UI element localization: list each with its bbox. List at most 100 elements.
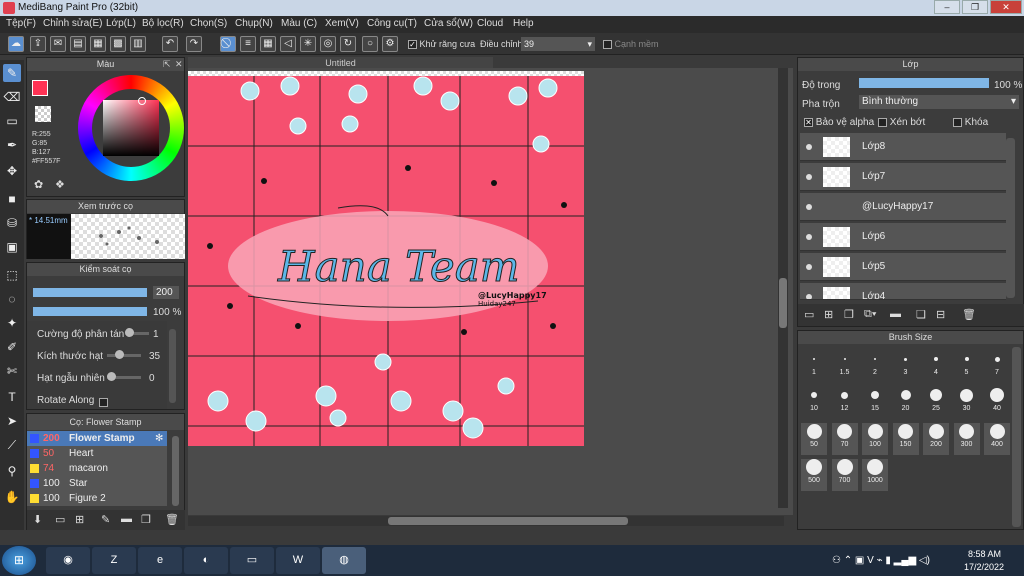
palette-icon[interactable]: ✿ [34, 178, 48, 192]
grid-snap-icon[interactable]: ▦ [260, 36, 276, 52]
menu-window[interactable]: Cửa sổ(W) [424, 18, 473, 29]
layer-scrollbar[interactable] [1006, 138, 1015, 298]
document-icon[interactable]: ▤ [70, 36, 86, 52]
brush-size-option[interactable]: 70 [831, 423, 858, 455]
canvas-area[interactable]: Hana Team @LucyHappy17 Huiday247 [188, 68, 793, 526]
divide-tool-icon[interactable]: ⟋ [3, 436, 21, 454]
redo-icon[interactable]: ↷ [186, 36, 202, 52]
panel-close-icon[interactable]: ✕ [175, 59, 183, 70]
operation-tool-icon[interactable]: ➤ [3, 412, 21, 430]
eye-icon[interactable] [806, 204, 812, 210]
brush-size-option[interactable]: 150 [892, 423, 919, 455]
folder-icon[interactable]: ▬ [890, 308, 901, 320]
color-picker-cursor[interactable] [138, 97, 146, 105]
list-item[interactable]: 100 Figure 2 [27, 491, 167, 506]
brush-size-option[interactable]: 30 [954, 387, 980, 419]
select-pen-tool-icon[interactable]: ✐ [3, 338, 21, 356]
minimize-button[interactable]: – [934, 0, 960, 14]
eyedropper-tool-icon[interactable]: ⚲ [3, 462, 21, 480]
primary-color-swatch[interactable] [32, 80, 48, 96]
gear-icon[interactable]: ⚙ [382, 36, 398, 52]
gear-icon[interactable]: ✻ [155, 431, 163, 446]
edit-brush-icon[interactable]: ✎ [101, 513, 110, 526]
brush-size-slider[interactable] [33, 288, 147, 297]
select-eraser-tool-icon[interactable]: ✄ [3, 362, 21, 380]
layer-row[interactable]: Lớp7 [800, 163, 1006, 191]
layer-row[interactable]: Lớp5 [800, 253, 1006, 281]
brush-size-option[interactable]: 2 [862, 351, 888, 383]
list-item[interactable]: 50 Heart [27, 446, 167, 461]
grid-icon[interactable]: ▩ [110, 36, 126, 52]
menu-select[interactable]: Chọn(S) [190, 18, 227, 29]
brush-size-option[interactable]: 1.5 [832, 351, 858, 383]
text-tool-icon[interactable]: T [3, 388, 21, 406]
particle-random-knob[interactable] [107, 372, 116, 381]
panel-expand-icon[interactable]: ⇱ [163, 59, 171, 70]
clipping-checkbox[interactable]: Xén bớt [878, 117, 925, 128]
bucket-tool-icon[interactable]: ⛁ [3, 214, 21, 232]
add-brush-icon[interactable]: ⊞ [75, 513, 84, 526]
new-brush-icon[interactable]: ▭ [55, 513, 65, 526]
new-layer-icon[interactable]: ▭ [804, 308, 814, 321]
brush-size-value[interactable]: 200 [153, 286, 179, 299]
menu-help[interactable]: Help [513, 18, 534, 29]
adjust-select[interactable]: 39 ▾ [521, 37, 595, 51]
brush-size-option[interactable]: 12 [832, 387, 858, 419]
select-tool-icon[interactable]: ⬚ [3, 266, 21, 284]
move-tool-icon[interactable]: ✥ [3, 162, 21, 180]
curve-snap-icon[interactable]: ↻ [340, 36, 356, 52]
eye-icon[interactable] [806, 264, 812, 270]
upload-icon[interactable]: ⇪ [30, 36, 46, 52]
copy-layer-icon[interactable]: ❏ [916, 308, 926, 321]
perspective-snap-icon[interactable]: ◁ [280, 36, 296, 52]
maximize-button[interactable]: ❐ [962, 0, 988, 14]
brush-size-option[interactable]: 40 [984, 387, 1010, 419]
pen-tool-icon[interactable]: ✒ [3, 136, 21, 154]
brush-size-option[interactable]: 1 [801, 351, 827, 383]
menu-tools[interactable]: Công cụ(T) [367, 18, 417, 29]
word-icon[interactable]: W [276, 547, 320, 574]
zalo-icon[interactable]: Z [92, 547, 136, 574]
brush-size-option[interactable]: 20 [893, 387, 919, 419]
magic-wand-tool-icon[interactable]: ✦ [3, 314, 21, 332]
particle-size-slider[interactable] [107, 354, 141, 357]
params-scrollbar[interactable] [169, 329, 176, 403]
menu-cloud[interactable]: Cloud [477, 18, 503, 29]
brush-size-option[interactable]: 400 [984, 423, 1010, 455]
undo-icon[interactable]: ↶ [162, 36, 178, 52]
tray-icons[interactable]: ⚇ ⌃ ▣ V ⌁ ▮ ▂▄▆ ◁) [832, 555, 930, 566]
menu-capture[interactable]: Chụp(N) [235, 18, 273, 29]
layer-row[interactable]: Lớp6 [800, 223, 1006, 251]
explorer-icon[interactable]: ▭ [230, 547, 274, 574]
secondary-color-swatch[interactable] [35, 106, 51, 122]
horizontal-scrollbar[interactable] [188, 516, 784, 526]
brush-size-option[interactable]: 15 [862, 387, 888, 419]
brush-size-option[interactable]: 5 [954, 351, 980, 383]
menu-filter[interactable]: Bộ lọc(R) [142, 18, 184, 29]
list-item[interactable]: 200 Flower Stamp ✻ [27, 431, 167, 446]
eye-icon[interactable] [806, 174, 812, 180]
ellipse-snap-icon[interactable]: ○ [362, 36, 378, 52]
cloud-icon[interactable]: ☁ [8, 36, 24, 52]
list-item[interactable]: 74 macaron [27, 461, 167, 476]
hue-wheel[interactable] [78, 75, 184, 181]
horizontal-scroll-thumb[interactable] [388, 517, 628, 525]
color-history-icon[interactable]: ❖ [55, 178, 69, 192]
radial-snap-icon[interactable]: ✳ [300, 36, 316, 52]
duplicate-layer-icon[interactable]: ❐ [844, 308, 854, 321]
brush-tool-icon[interactable]: ✎ [3, 64, 21, 82]
blend-select[interactable]: Bình thường ▾ [859, 95, 1019, 109]
brush-opacity-slider[interactable] [33, 307, 147, 316]
lasso-tool-icon[interactable]: ◌ [3, 290, 21, 308]
lock-checkbox[interactable]: Khóa [953, 117, 988, 128]
comment-icon[interactable]: ✉ [50, 36, 66, 52]
vertical-scrollbar[interactable] [778, 68, 788, 508]
protect-alpha-checkbox[interactable]: ✕ Bảo vệ alpha [804, 117, 874, 128]
coccoc-icon[interactable]: ◐ [184, 547, 228, 574]
rectangle-tool-icon[interactable]: ▭ [3, 112, 21, 130]
eye-icon[interactable] [806, 294, 812, 299]
rotate-along-checkbox[interactable] [99, 398, 108, 407]
brush-size-option[interactable]: 7 [984, 351, 1010, 383]
circle-snap-icon[interactable]: ◎ [320, 36, 336, 52]
list-item[interactable]: 100 Star [27, 476, 167, 491]
